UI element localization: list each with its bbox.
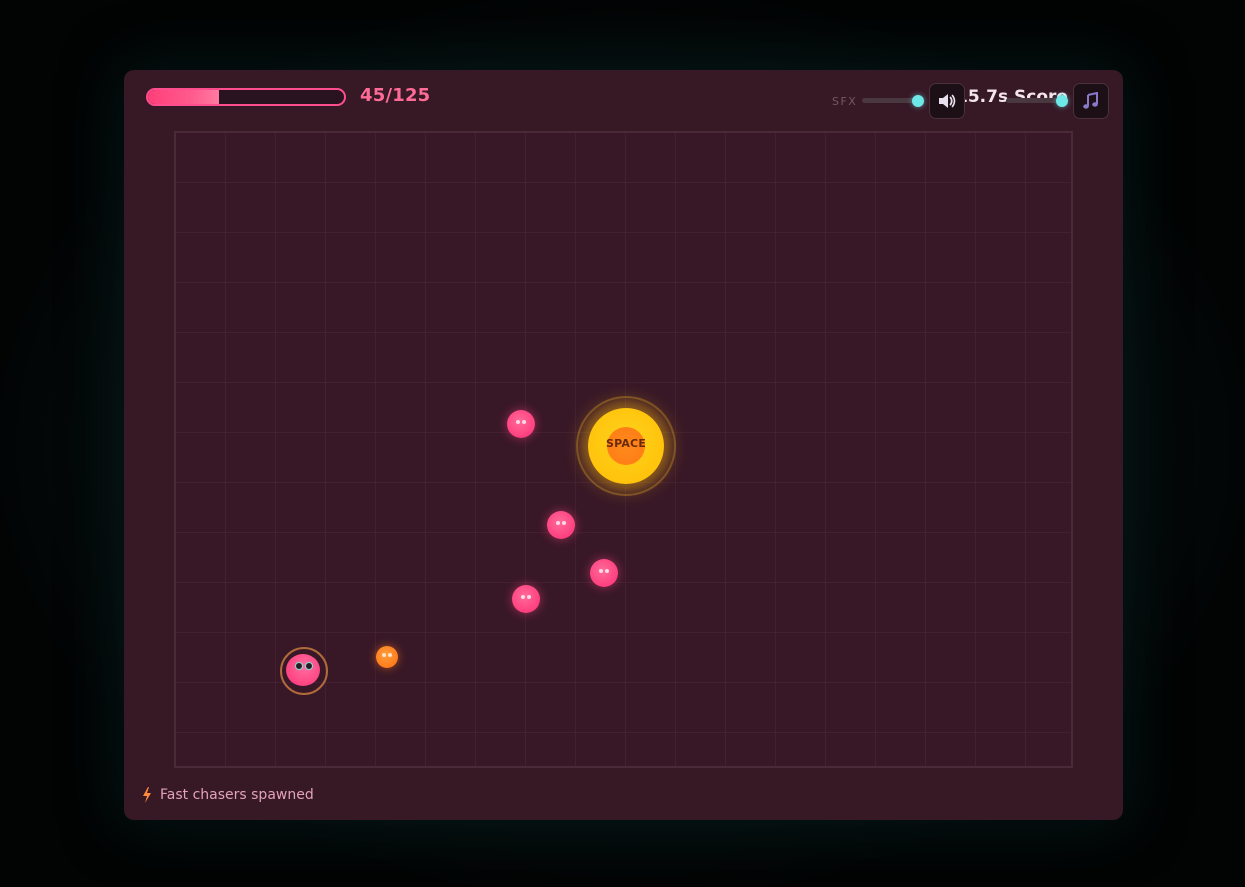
speaker-icon	[939, 94, 956, 108]
sfx-label: SFX	[832, 95, 858, 108]
player-eye	[305, 662, 313, 670]
chaser-eye	[605, 569, 609, 573]
player-character	[280, 647, 328, 695]
sound-toggle-button[interactable]	[929, 83, 965, 119]
player-eye	[295, 662, 303, 670]
fast-chaser-eye	[388, 653, 392, 657]
chaser-eye	[599, 569, 603, 573]
music-toggle-button[interactable]	[1073, 83, 1109, 119]
music-volume-knob[interactable]	[1056, 95, 1068, 107]
chaser-eye	[522, 420, 526, 424]
chaser-enemy	[590, 559, 618, 587]
chaser-eye	[521, 595, 525, 599]
event-notification: Fast chasers spawned	[142, 787, 314, 803]
space-powerup: SPACE	[576, 396, 676, 496]
lightning-icon	[143, 787, 151, 803]
powerup-label: SPACE	[605, 437, 647, 450]
health-fill	[148, 90, 219, 104]
chaser-enemy	[507, 410, 535, 438]
chaser-enemy	[547, 511, 575, 539]
chaser-eye	[556, 521, 560, 525]
notification-text: Fast chasers spawned	[160, 787, 314, 803]
sfx-volume-knob[interactable]	[912, 95, 924, 107]
game-arena[interactable]: SPACE	[174, 131, 1073, 768]
chaser-eye	[562, 521, 566, 525]
game-panel: 45/125 15.7s Score 151 SFX SPACE	[124, 70, 1123, 820]
health-text: 45/125	[360, 85, 431, 106]
chaser-eye	[516, 420, 520, 424]
chaser-enemy	[512, 585, 540, 613]
fast-chaser-enemy	[376, 646, 398, 668]
player-body	[286, 654, 320, 686]
health-bar	[146, 88, 346, 106]
music-note-icon	[1083, 92, 1098, 109]
chaser-eye	[527, 595, 531, 599]
fast-chaser-eye	[382, 653, 386, 657]
